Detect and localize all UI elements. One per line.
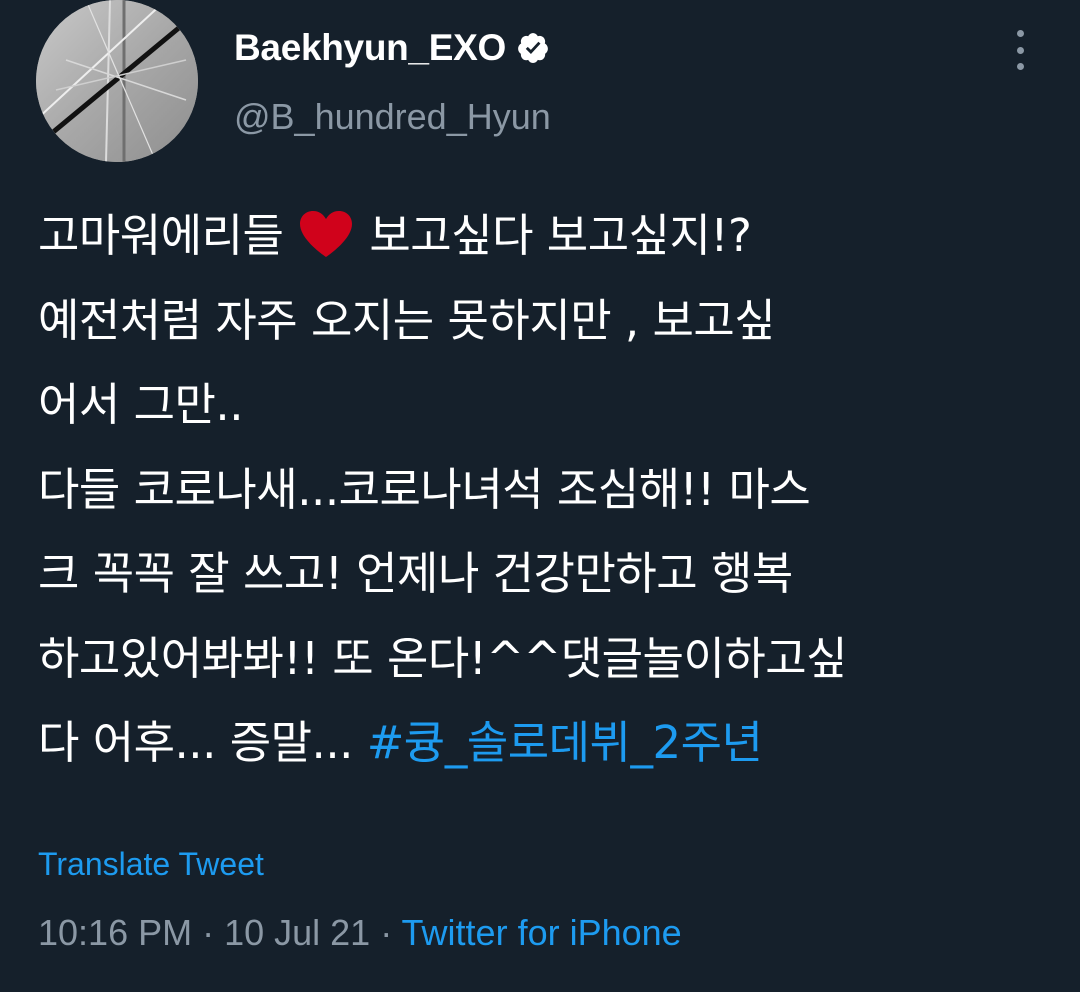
avatar[interactable] <box>36 0 198 162</box>
tweet-text-part: 고마워에리들 <box>38 209 284 262</box>
more-options-icon[interactable] <box>1008 30 1032 70</box>
tweet-line-4: 다들 코로나새...코로나녀석 조심해!! 마스 <box>38 462 811 516</box>
author-name-row[interactable]: Baekhyun_EXO <box>234 26 550 70</box>
tweet-metadata: 10:16 PM · 10 Jul 21 · Twitter for iPhon… <box>38 912 682 954</box>
tweet-line-3: 어서 그만.. <box>38 378 244 431</box>
avatar-image <box>36 0 198 162</box>
tweet-line-7: 다 어후... 증말... #큥_솔로데뷔_2주년 <box>38 701 1048 786</box>
tweet-line-1: 고마워에리들 보고싶다 보고싶지!? <box>38 194 1048 279</box>
tweet-date[interactable]: 10 Jul 21 <box>224 912 370 953</box>
translate-tweet-link[interactable]: Translate Tweet <box>38 846 264 883</box>
red-heart-icon <box>297 202 355 257</box>
tweet-line-6: 하고있어봐봐!! 또 온다!^^댓글놀이하고싶 <box>38 631 848 685</box>
display-name[interactable]: Baekhyun_EXO <box>234 27 506 69</box>
tweet-line-5: 크 꼭꼭 잘 쓰고! 언제나 건강만하고 행복 <box>38 547 793 600</box>
meta-separator: · <box>192 912 225 953</box>
tweet-text-part: 다 어후... 증말... <box>38 716 353 769</box>
tweet-text-part: 보고싶다 보고싶지!? <box>369 209 752 262</box>
verified-badge-icon <box>516 31 550 65</box>
tweet-time[interactable]: 10:16 PM <box>38 912 192 953</box>
tweet-line-2: 예전처럼 자주 오지는 못하지만 , 보고싶 <box>38 293 776 347</box>
tweet-text: 고마워에리들 보고싶다 보고싶지!? 예전처럼 자주 오지는 못하지만 , 보고싶… <box>38 194 1048 786</box>
author-handle[interactable]: @B_hundred_Hyun <box>234 96 551 138</box>
tweet-source-link[interactable]: Twitter for iPhone <box>402 912 682 953</box>
hashtag-link[interactable]: #큥_솔로데뷔_2주년 <box>367 716 763 769</box>
meta-separator: · <box>370 912 402 953</box>
